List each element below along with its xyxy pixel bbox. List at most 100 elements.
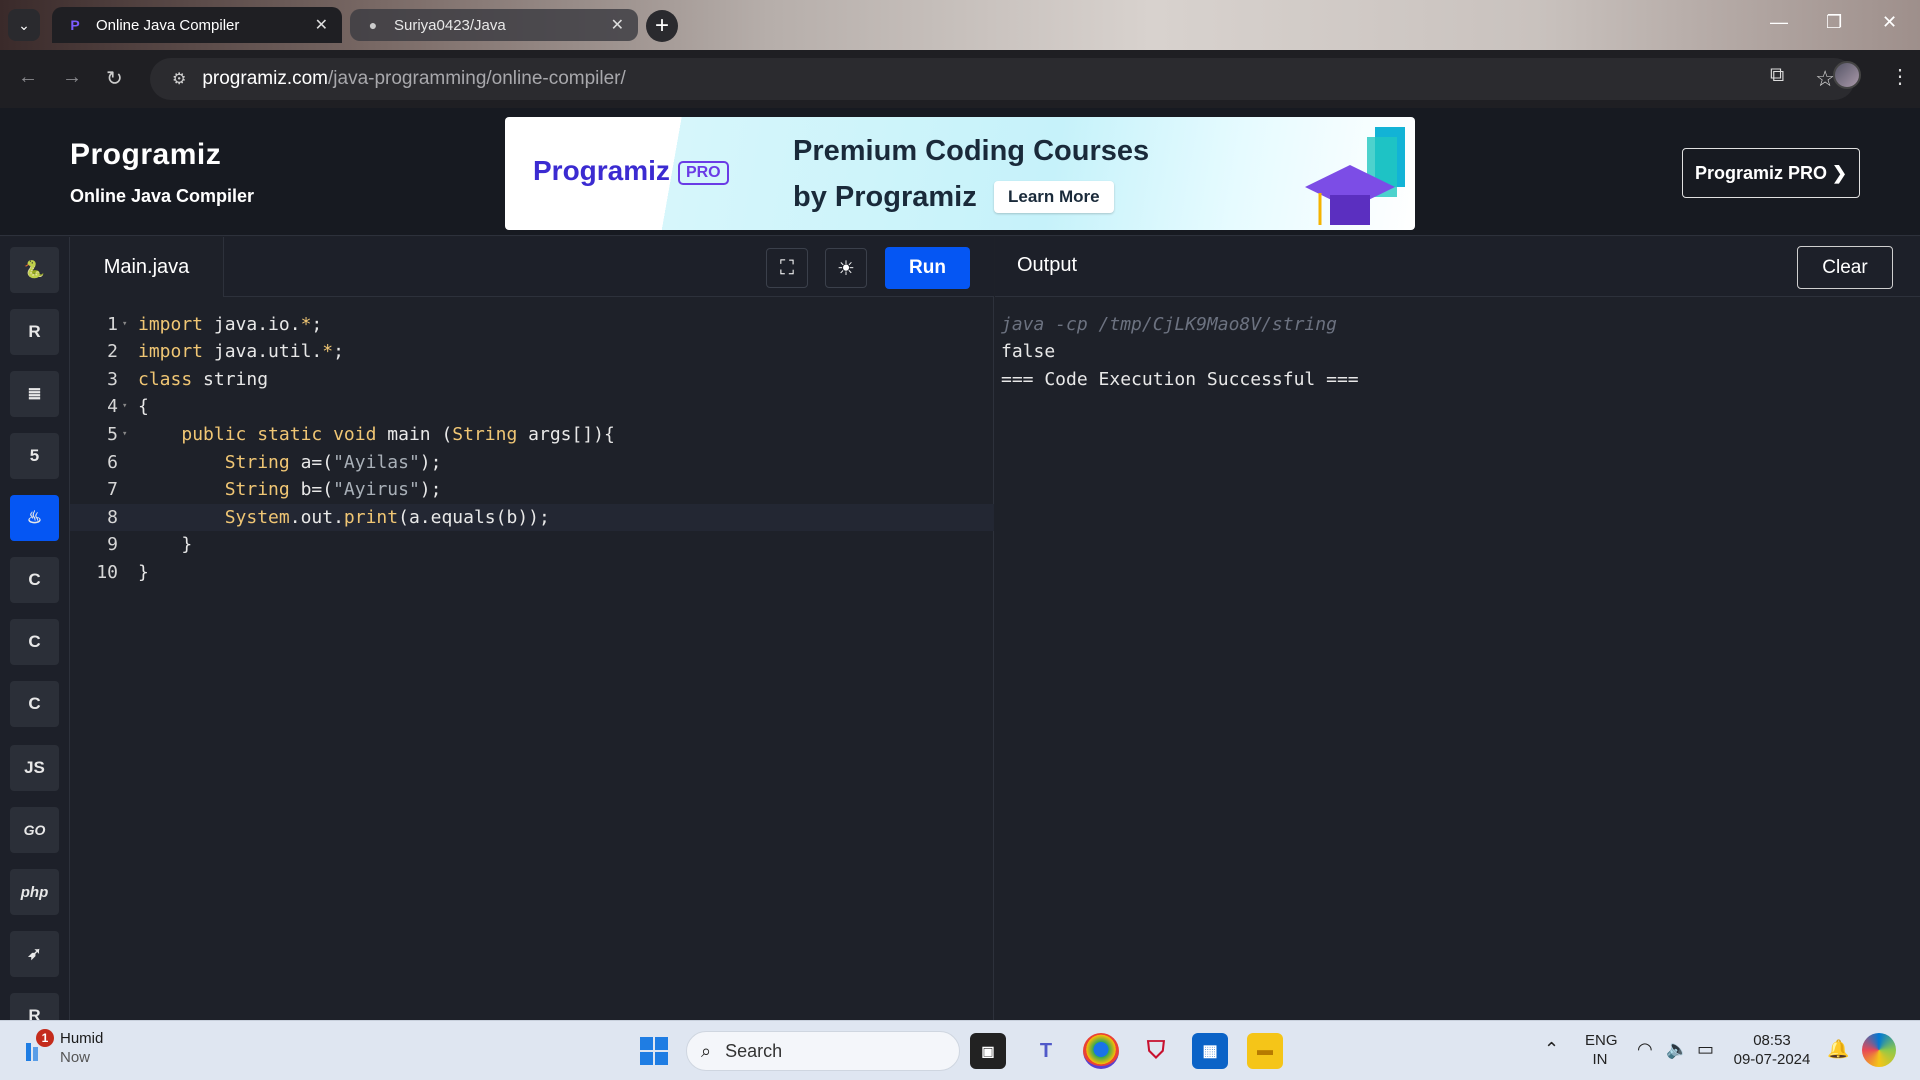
output-line: === Code Execution Successful === [1001,369,1359,390]
sql-icon[interactable]: ≣ [10,371,59,417]
browser-toolbar: ← → ↻ ⚙ programiz.com/java-programming/o… [0,50,1920,108]
code-line: 10} [96,562,149,583]
tab-title: Suriya0423/Java [394,16,506,34]
file-tab-main-java[interactable]: Main.java [70,237,224,297]
language-sidebar: 🐍 R ≣ 5 ♨ C C C JS GO php ➶ R [0,237,70,1020]
restore-icon[interactable]: ❐ [1826,12,1842,33]
programiz-icon: P [70,17,80,33]
c-language-icon[interactable]: C [10,557,59,603]
weather-icon: 1 [22,1029,54,1063]
output-line: false [1001,341,1056,362]
url-domain: programiz.com [202,68,328,89]
address-bar[interactable]: ⚙ programiz.com/java-programming/online-… [150,58,1855,100]
notifications-icon[interactable]: 🔔 [1827,1039,1849,1060]
banner-logo: Programiz PRO [533,155,729,187]
close-tab-icon[interactable]: ✕ [611,15,624,35]
github-icon: ● [368,17,378,33]
clock[interactable]: 08:53 09-07-2024 [1730,1031,1814,1069]
show-hidden-icons-icon[interactable]: ⌃ [1544,1039,1559,1060]
browser-titlebar: ⌄ P Online Java Compiler ✕ ● Suriya0423/… [0,0,1920,50]
battery-icon[interactable]: ▭ [1697,1039,1714,1060]
taskbar: 1 Humid Now ⌕ Search ▣ T ⛉ ▦ ▬ ⌃ ENG IN ◠… [0,1020,1920,1080]
extensions-icon[interactable]: ⧉ [1770,64,1784,87]
chrome-icon[interactable] [1083,1033,1119,1069]
output-console[interactable]: java -cp /tmp/CjLK9Mao8V/string false ==… [995,297,1920,1020]
code-line: 3 class string [107,369,269,390]
code-line: 4 ▾{ [107,396,149,417]
code-line: 9 } [107,534,193,555]
page-title: Online Java Compiler [70,186,255,206]
output-toolbar: Output Clear [995,237,1920,297]
site-settings-icon[interactable]: ⚙ [172,69,186,89]
html-icon[interactable]: 5 [10,433,59,479]
run-button[interactable]: Run [885,247,970,289]
copilot-icon[interactable] [1862,1033,1896,1067]
code-line: 5 ▾ public static void main (String args[… [107,424,615,445]
teams-icon[interactable]: T [1028,1033,1064,1069]
reload-icon[interactable]: ↻ [106,66,123,91]
profile-avatar[interactable] [1833,61,1861,89]
output-title: Output [1017,254,1078,276]
clear-button[interactable]: Clear [1797,246,1893,289]
notification-badge: 1 [36,1029,54,1047]
chevron-down-icon: ⌄ [18,16,30,33]
weather-subtitle: Now [60,1049,91,1066]
plus-icon: + [654,12,669,39]
minimize-icon[interactable]: — [1770,12,1788,33]
rust-icon[interactable]: R [10,993,59,1020]
new-tab-button[interactable]: + [646,10,678,42]
r-language-icon[interactable]: R [10,309,59,355]
close-tab-icon[interactable]: ✕ [315,15,328,35]
search-icon: ⌕ [701,1040,712,1061]
taskbar-search[interactable]: ⌕ Search [686,1031,960,1071]
banner-subheading: by Programiz [793,181,977,213]
close-window-icon[interactable]: ✕ [1882,12,1897,33]
menu-icon[interactable]: ⋮ [1890,64,1910,89]
code-line: 7 String b=("Ayirus"); [107,479,442,500]
bookmark-star-icon[interactable]: ☆ [1815,66,1835,92]
tab-search-button[interactable]: ⌄ [8,9,40,41]
theme-toggle-icon[interactable]: ☀ [825,248,867,288]
code-line: 1 ▾ import java.io.*; [107,314,323,335]
tab-online-java-compiler[interactable]: P Online Java Compiler ✕ [52,7,342,43]
java-icon[interactable]: ♨ [10,495,59,541]
site-header: Programiz Online Java Compiler Programiz… [0,108,1920,236]
javascript-icon[interactable]: JS [10,745,59,791]
weather-widget[interactable]: 1 Humid Now [22,1029,103,1067]
pro-badge: PRO [677,160,729,185]
code-line: 6 String a=("Ayilas"); [107,452,442,473]
windows-start-icon[interactable] [640,1037,668,1065]
programiz-logo[interactable]: Programiz [70,138,221,172]
promo-banner[interactable]: Programiz PRO Premium Coding Courses by P… [505,117,1415,230]
screen: ⌄ P Online Java Compiler ✕ ● Suriya0423/… [0,0,1920,1080]
weather-title: Humid [60,1030,104,1047]
url-path: /java-programming/online-compiler/ [328,68,626,89]
csharp-icon[interactable]: C [10,681,59,727]
tab-title: Online Java Compiler [96,16,240,34]
programiz-pro-button[interactable]: Programiz PRO ❯ [1682,148,1860,198]
php-icon[interactable]: php [10,869,59,915]
back-icon[interactable]: ← [18,66,38,89]
volume-muted-icon[interactable]: 🔈 [1666,1039,1688,1060]
swift-icon[interactable]: ➶ [10,931,59,977]
editor-toolbar: Main.java ⛶ ☀ Run [70,237,994,297]
task-view-icon[interactable]: ▣ [970,1033,1006,1069]
wifi-icon[interactable]: ◠ [1637,1039,1653,1060]
file-explorer-icon[interactable]: ▬ [1247,1033,1283,1069]
microsoft-store-icon[interactable]: ▦ [1192,1033,1228,1069]
output-command: java -cp /tmp/CjLK9Mao8V/string [1001,314,1337,335]
language-indicator[interactable]: ENG IN [1585,1031,1618,1069]
fullscreen-icon[interactable]: ⛶ [766,248,808,288]
tab-github-repo[interactable]: ● Suriya0423/Java ✕ [350,9,638,41]
learn-more-button[interactable]: Learn More [994,181,1114,213]
search-placeholder: Search [725,1040,783,1061]
code-line: 2 import java.util.*; [107,341,344,362]
mcafee-icon[interactable]: ⛉ [1138,1033,1174,1069]
banner-heading: Premium Coding Courses [793,135,1150,167]
code-editor[interactable]: 1 ▾ import java.io.*; 2 import java.util.*;… [70,297,994,1020]
cpp-icon[interactable]: C [10,619,59,665]
forward-icon[interactable]: → [62,66,82,89]
graduation-cap-icon [1305,127,1405,225]
go-icon[interactable]: GO [10,807,59,853]
python-icon[interactable]: 🐍 [10,247,59,293]
